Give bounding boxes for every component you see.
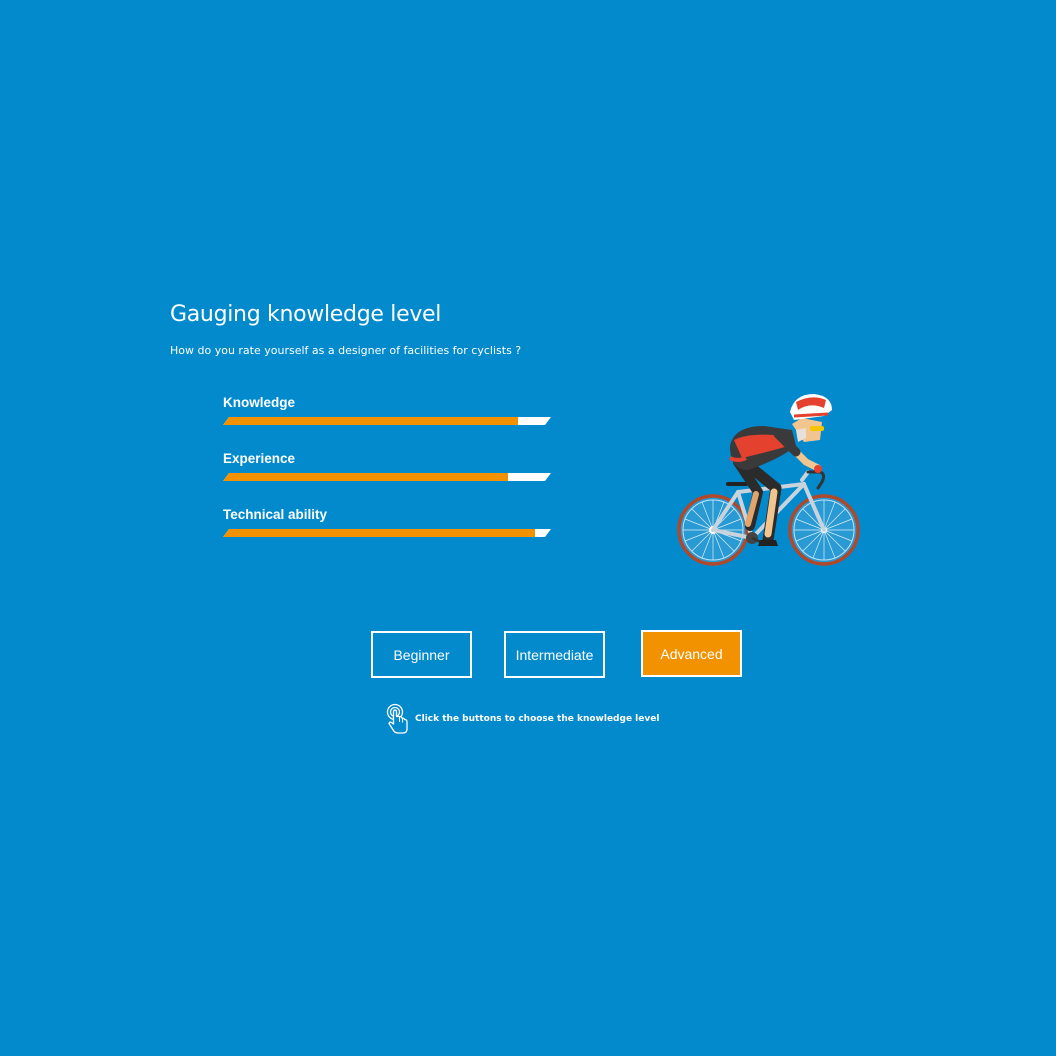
tap-hand-icon <box>386 703 408 734</box>
skill-meters: Knowledge Experience Technical ability <box>223 395 553 563</box>
meter-track-experience <box>223 473 551 481</box>
meter-track-knowledge <box>223 417 551 425</box>
meter-fill-knowledge <box>223 417 518 425</box>
knowledge-level-screen: Gauging knowledge level How do you rate … <box>0 0 1056 1056</box>
beginner-button[interactable]: Beginner <box>371 631 472 678</box>
hint-text: Click the buttons to choose the knowledg… <box>415 714 660 724</box>
meter-knowledge: Knowledge <box>223 395 553 451</box>
meter-fill-technical-ability <box>223 529 535 537</box>
meter-label-technical-ability: Technical ability <box>223 507 328 522</box>
page-title: Gauging knowledge level <box>170 302 442 327</box>
meter-track-technical-ability <box>223 529 551 537</box>
page-question: How do you rate yourself as a designer o… <box>170 344 522 357</box>
meter-label-experience: Experience <box>223 451 296 466</box>
cyclist-illustration <box>677 394 860 566</box>
level-buttons: Beginner Intermediate Advanced <box>371 630 743 679</box>
meter-technical-ability: Technical ability <box>223 507 553 563</box>
hint: Click the buttons to choose the knowledg… <box>384 703 659 735</box>
meter-experience: Experience <box>223 451 553 507</box>
meter-fill-experience <box>223 473 508 481</box>
advanced-button[interactable]: Advanced <box>641 630 742 677</box>
meter-label-knowledge: Knowledge <box>223 395 296 410</box>
intermediate-button[interactable]: Intermediate <box>504 631 605 678</box>
